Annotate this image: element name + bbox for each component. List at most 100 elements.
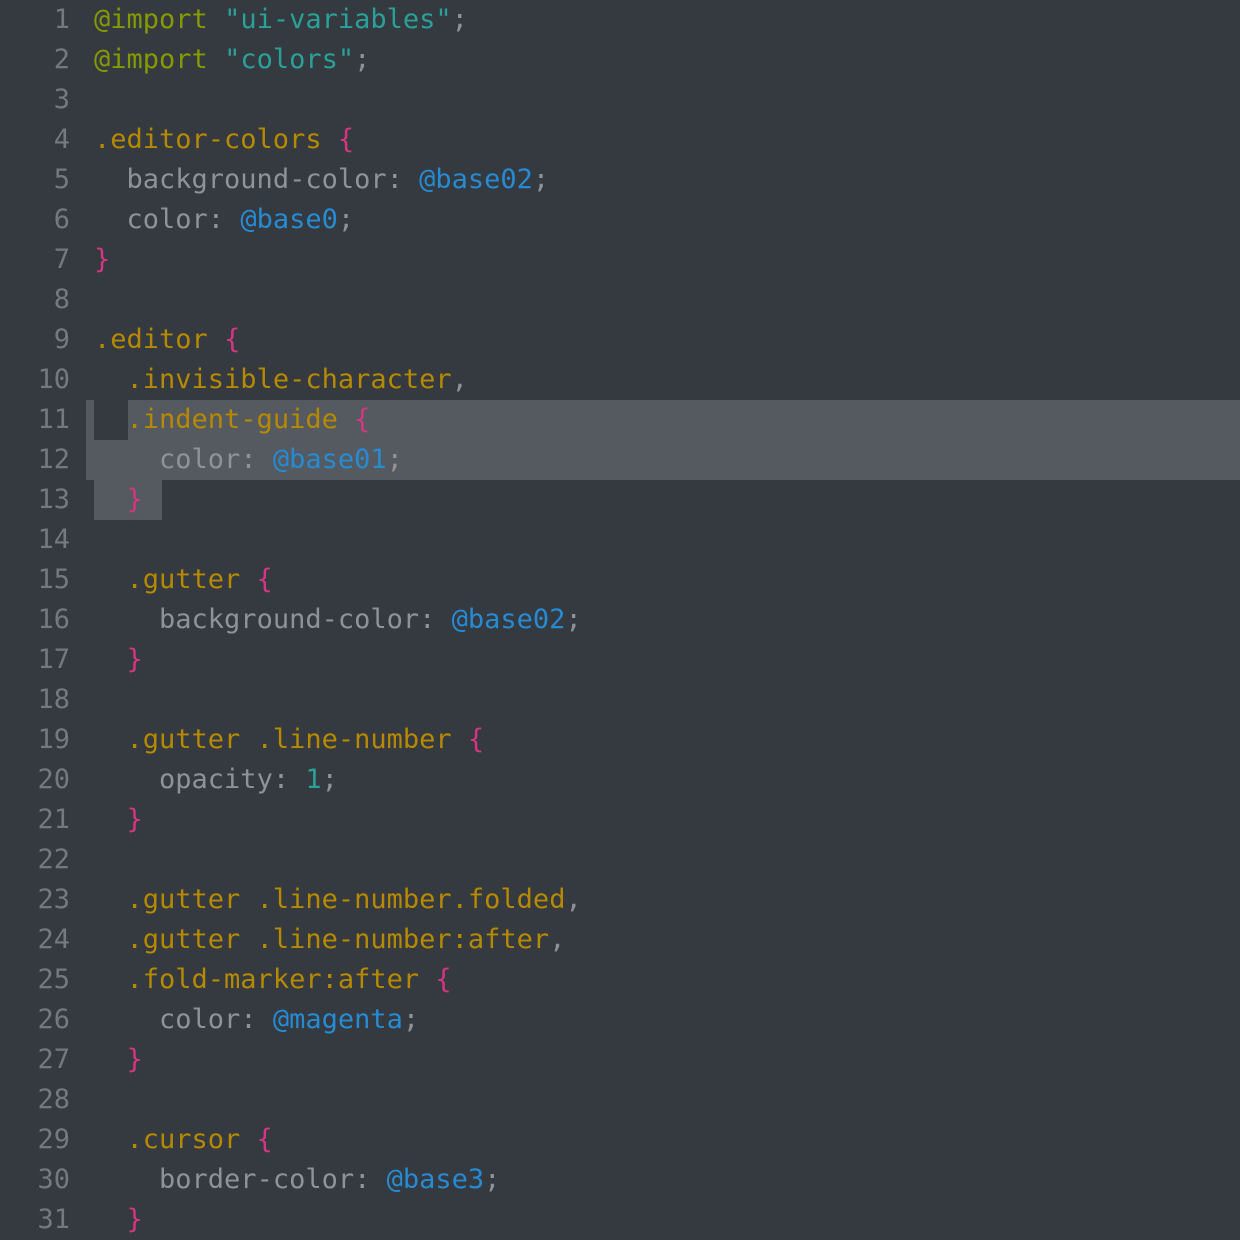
code-editor[interactable]: 1234567891011121314151617181920212223242… (0, 0, 1240, 1240)
code-line[interactable]: background-color: @base02; (86, 600, 1240, 640)
code-line[interactable] (86, 520, 1240, 560)
code-line[interactable]: color: @base0; (86, 200, 1240, 240)
token-punct: ; (322, 764, 338, 795)
token-var: @magenta (273, 1004, 403, 1035)
token-punct (419, 964, 435, 995)
code-line[interactable]: .invisible-character, (86, 360, 1240, 400)
code-line[interactable] (86, 680, 1240, 720)
line-number: 29 (0, 1120, 86, 1160)
token-prop: background-color (159, 604, 419, 635)
token-brace: } (127, 644, 143, 675)
token-punct: ; (354, 44, 370, 75)
token-num: 1 (305, 764, 321, 795)
line-number: 23 (0, 880, 86, 920)
token-punct: : (354, 1164, 387, 1195)
token-class: .gutter (127, 884, 241, 915)
token-brace: { (354, 404, 370, 435)
code-line[interactable]: .editor-colors { (86, 120, 1240, 160)
token-brace: { (257, 564, 273, 595)
line-number: 18 (0, 680, 86, 720)
token-punct: , (452, 364, 468, 395)
line-number: 30 (0, 1160, 86, 1200)
token-punct (240, 724, 256, 755)
token-punct (208, 44, 224, 75)
token-punct: : (240, 1004, 273, 1035)
code-line[interactable]: } (86, 800, 1240, 840)
token-class: .gutter (127, 564, 241, 595)
token-punct (208, 4, 224, 35)
code-line[interactable]: } (86, 640, 1240, 680)
line-number: 24 (0, 920, 86, 960)
token-punct: ; (452, 4, 468, 35)
code-line[interactable]: @import "ui-variables"; (86, 0, 1240, 40)
token-brace: { (257, 1124, 273, 1155)
line-number: 22 (0, 840, 86, 880)
code-line[interactable]: .indent-guide { (86, 400, 1240, 440)
line-number: 13 (0, 480, 86, 520)
token-prop: background-color (127, 164, 387, 195)
code-line[interactable]: } (86, 1040, 1240, 1080)
line-number: 17 (0, 640, 86, 680)
line-number: 27 (0, 1040, 86, 1080)
token-class: .gutter (127, 724, 241, 755)
code-line[interactable]: .fold-marker:after { (86, 960, 1240, 1000)
code-line[interactable]: } (86, 1200, 1240, 1240)
line-number: 25 (0, 960, 86, 1000)
code-line[interactable]: border-color: @base3; (86, 1160, 1240, 1200)
line-number: 6 (0, 200, 86, 240)
line-number: 15 (0, 560, 86, 600)
token-punct: ; (484, 1164, 500, 1195)
code-line[interactable] (86, 840, 1240, 880)
token-class: .line-number (257, 724, 452, 755)
line-number: 7 (0, 240, 86, 280)
line-number: 12 (0, 440, 86, 480)
token-brace: } (94, 244, 110, 275)
line-number: 28 (0, 1080, 86, 1120)
token-var: @base01 (273, 444, 387, 475)
token-prop: color (159, 444, 240, 475)
token-punct: ; (565, 604, 581, 635)
code-line[interactable]: background-color: @base02; (86, 160, 1240, 200)
line-number: 20 (0, 760, 86, 800)
code-line[interactable] (86, 280, 1240, 320)
line-number: 14 (0, 520, 86, 560)
code-line[interactable]: opacity: 1; (86, 760, 1240, 800)
code-line[interactable]: } (86, 480, 1240, 520)
token-punct (452, 724, 468, 755)
token-class: .editor-colors (94, 124, 322, 155)
token-var: @base02 (419, 164, 533, 195)
code-line[interactable]: } (86, 240, 1240, 280)
code-line[interactable] (86, 80, 1240, 120)
token-brace: } (127, 1044, 143, 1075)
token-punct: : (240, 444, 273, 475)
token-punct (322, 124, 338, 155)
token-punct: ; (338, 204, 354, 235)
token-punct: : (387, 164, 420, 195)
token-prop: color (127, 204, 208, 235)
code-line[interactable]: .gutter .line-number { (86, 720, 1240, 760)
code-line[interactable]: .gutter .line-number:after, (86, 920, 1240, 960)
line-number: 19 (0, 720, 86, 760)
line-number: 31 (0, 1200, 86, 1240)
token-class: .line-number (257, 884, 452, 915)
token-prop: border-color (159, 1164, 354, 1195)
token-class: .indent-guide (127, 404, 338, 435)
code-line[interactable]: .gutter { (86, 560, 1240, 600)
code-line[interactable]: color: @base01; (86, 440, 1240, 480)
token-prop: opacity (159, 764, 273, 795)
code-line[interactable]: color: @magenta; (86, 1000, 1240, 1040)
line-number: 10 (0, 360, 86, 400)
code-area[interactable]: @import "ui-variables";@import "colors";… (86, 0, 1240, 1240)
token-var: @base02 (452, 604, 566, 635)
code-line[interactable] (86, 1080, 1240, 1120)
token-brace: { (224, 324, 240, 355)
token-var: @base0 (240, 204, 338, 235)
line-number: 11 (0, 400, 86, 440)
line-number: 3 (0, 80, 86, 120)
code-line[interactable]: .gutter .line-number.folded, (86, 880, 1240, 920)
code-line[interactable]: .editor { (86, 320, 1240, 360)
code-line[interactable]: @import "colors"; (86, 40, 1240, 80)
token-punct: ; (403, 1004, 419, 1035)
token-atrule: @import (94, 4, 208, 35)
code-line[interactable]: .cursor { (86, 1120, 1240, 1160)
